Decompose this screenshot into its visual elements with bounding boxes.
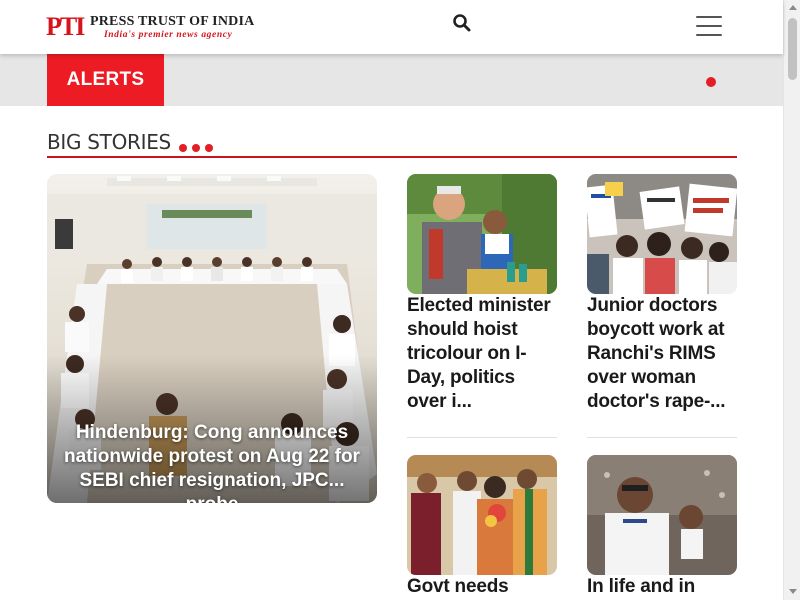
alerts-bar: ALERTS — [0, 54, 783, 106]
menu-button[interactable] — [696, 16, 722, 38]
scroll-down-arrow-icon[interactable] — [789, 589, 797, 594]
scroll-up-arrow-icon[interactable] — [789, 5, 797, 10]
feature-story-card[interactable]: Hindenburg: Cong announces nationwide pr… — [47, 174, 377, 503]
story-thumbnail — [407, 174, 557, 294]
page-scrollbar[interactable] — [783, 0, 800, 600]
hamburger-menu-icon — [696, 16, 722, 18]
search-icon — [453, 14, 471, 32]
pti-logo-mark: PTI — [46, 12, 85, 41]
story-card-4[interactable]: In life and in — [587, 455, 737, 599]
story-card-1[interactable]: Elected minister should hoist tricolour … — [407, 174, 557, 414]
story-card-3[interactable]: Govt needs — [407, 455, 557, 599]
story-card-2[interactable]: Junior doctors boycott work at Ranchi's … — [587, 174, 737, 414]
story-thumbnail — [587, 174, 737, 294]
story-divider — [407, 437, 557, 438]
section-title: BIG STORIES — [47, 130, 171, 154]
search-button[interactable] — [452, 13, 472, 33]
big-stories-heading: BIG STORIES — [47, 130, 737, 158]
section-dots-icon — [179, 143, 214, 152]
story-divider — [587, 437, 737, 438]
story-title[interactable]: Govt needs — [407, 575, 557, 599]
story-title[interactable]: In life and in — [587, 575, 737, 599]
scrollbar-thumb[interactable] — [788, 18, 797, 80]
alerts-indicator-dot — [706, 77, 716, 87]
alerts-button[interactable]: ALERTS — [47, 54, 164, 106]
logo-name: PRESS TRUST OF INDIA — [90, 14, 255, 29]
story-title[interactable]: Junior doctors boycott work at Ranchi's … — [587, 294, 737, 414]
pti-logo[interactable]: PTI PRESS TRUST OF INDIA India's premier… — [46, 12, 255, 41]
story-thumbnail — [587, 455, 737, 575]
story-thumbnail — [407, 455, 557, 575]
story-title[interactable]: Elected minister should hoist tricolour … — [407, 294, 557, 414]
site-header: PTI PRESS TRUST OF INDIA India's premier… — [0, 0, 783, 54]
logo-tagline: India's premier news agency — [104, 30, 233, 40]
feature-story-title[interactable]: Hindenburg: Cong announces nationwide pr… — [59, 421, 365, 503]
